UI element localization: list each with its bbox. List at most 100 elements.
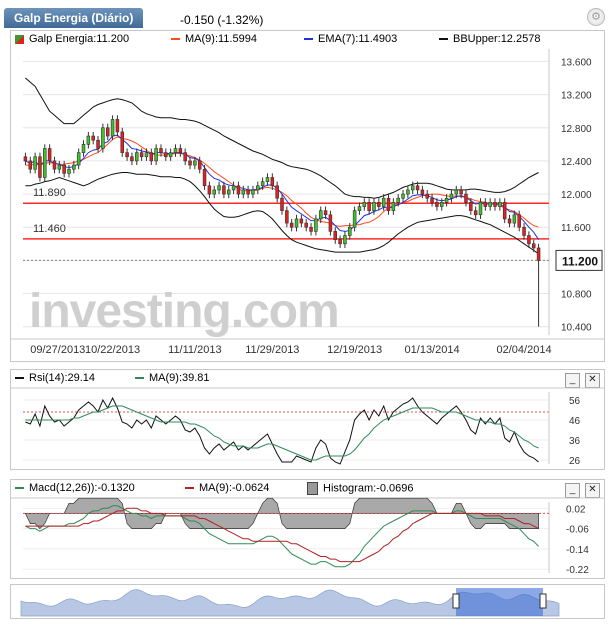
candle-body: [193, 160, 197, 166]
candle-body: [241, 189, 246, 195]
rsi-panel: Rsi(14):29.14 MA(9):39.81 _ ✕ 56 46 36 26: [10, 369, 605, 470]
x-tick-label: 02/04/2014: [497, 344, 552, 356]
candle-body: [207, 185, 212, 195]
candle-body: [67, 168, 71, 174]
y-tick-label: 12.000: [561, 190, 592, 201]
candle-body: [28, 160, 33, 170]
candle-body: [377, 202, 381, 207]
x-tick-label: 11/11/2013: [168, 344, 221, 356]
candle-body: [464, 193, 468, 203]
candle-body: [498, 202, 502, 207]
support-line-label: 11.460: [33, 223, 66, 235]
candle-body: [120, 131, 124, 153]
y-tick-label: 10.400: [561, 323, 592, 334]
candle-body: [202, 168, 207, 187]
y-tick-label: 11.600: [561, 223, 591, 234]
y-tick-label: 0.02: [566, 504, 586, 515]
chart-header: Galp Energia (Diário) -0.150 (-1.32%) ⚙: [0, 5, 613, 30]
candle-body: [52, 160, 57, 170]
candle-body: [280, 197, 284, 211]
candle-body: [502, 202, 507, 220]
candle-body: [173, 148, 178, 153]
candle-body: [478, 202, 483, 216]
candle-body: [96, 139, 100, 149]
y-tick-label: 26: [569, 456, 581, 467]
candle-body: [328, 214, 333, 232]
candle-body: [323, 210, 328, 216]
candle-body: [105, 127, 110, 137]
x-tick-label: 09/27/2013: [30, 344, 85, 356]
candle-body: [522, 226, 526, 236]
y-tick-label: -0.22: [566, 565, 589, 576]
navigator-selection: [456, 588, 543, 616]
price-change: -0.150 (-1.32%): [180, 13, 264, 27]
candle-body: [512, 214, 517, 224]
candle-body: [23, 156, 28, 162]
navigator-chart[interactable]: [11, 585, 604, 618]
rsi-series-line: [25, 396, 539, 465]
candle-body: [265, 177, 270, 182]
candle-body: [391, 202, 396, 211]
watermark: investing.com: [29, 285, 339, 338]
candle-body: [294, 218, 299, 228]
y-tick-label: 12.800: [561, 124, 592, 135]
candle-body: [231, 185, 236, 191]
candle-body: [144, 152, 149, 158]
candle-body: [338, 239, 342, 245]
y-tick-label: 46: [569, 416, 581, 427]
candle-body: [425, 193, 429, 199]
candle-body: [149, 152, 154, 162]
candle-body: [469, 202, 473, 211]
y-tick-label: 13.600: [561, 57, 592, 68]
price-chart[interactable]: 13.600 13.200 12.800 12.400 12.000 11.600 11.2…: [11, 31, 604, 361]
candle-body: [47, 148, 52, 162]
candle-body: [352, 210, 357, 228]
price-panel: Galp Energia:11.200 MA(9):11.5994 EMA(7)…: [10, 30, 605, 362]
candle-body: [33, 156, 37, 170]
candle-body: [444, 197, 449, 203]
candle-body: [168, 152, 173, 158]
candle-body: [246, 189, 250, 195]
candle-body: [275, 185, 279, 199]
y-tick-label: 13.200: [561, 91, 592, 102]
candle-body: [314, 218, 318, 232]
candle-body: [304, 222, 308, 228]
range-navigator[interactable]: [10, 584, 605, 619]
rsi-chart[interactable]: 56 46 36 26: [11, 370, 604, 469]
candle-body: [91, 135, 95, 141]
candle-body: [226, 189, 231, 195]
candle-body: [110, 119, 115, 137]
candle-body: [57, 164, 62, 170]
candle-body: [367, 202, 371, 211]
candle-body: [154, 148, 158, 162]
x-tick-label: 01/13/2014: [405, 344, 460, 356]
candle-body: [260, 181, 265, 187]
candle-body: [348, 226, 352, 236]
candle-body: [72, 164, 76, 170]
candle-body: [101, 127, 105, 149]
candle-body: [459, 189, 463, 195]
candle-body: [386, 197, 391, 211]
candle-body: [449, 193, 454, 199]
macd-chart[interactable]: 0.02 -0.06 -0.14 -0.22: [11, 480, 604, 578]
candle-body: [493, 202, 497, 207]
candle-body: [309, 226, 313, 232]
candle-body: [115, 119, 120, 133]
chart-title-tab[interactable]: Galp Energia (Diário): [4, 8, 144, 28]
candle-body: [381, 197, 386, 207]
candle-body: [483, 202, 488, 207]
candle-body: [372, 202, 376, 211]
candle-body: [531, 243, 536, 249]
gear-icon[interactable]: ⚙: [587, 8, 605, 26]
candle-body: [188, 160, 192, 166]
candle-body: [362, 202, 367, 207]
y-tick-label: 12.400: [561, 157, 592, 168]
candle-body: [527, 235, 531, 245]
candle-body: [401, 193, 405, 199]
macd-panel: Macd(12,26)):-0.1320 MA(9):-0.0624 Histo…: [10, 479, 605, 579]
candle-body: [488, 202, 492, 207]
y-tick-label: 10.800: [561, 290, 592, 301]
candle-body: [222, 185, 226, 195]
candle-body: [164, 152, 168, 158]
candle-body: [251, 189, 255, 195]
